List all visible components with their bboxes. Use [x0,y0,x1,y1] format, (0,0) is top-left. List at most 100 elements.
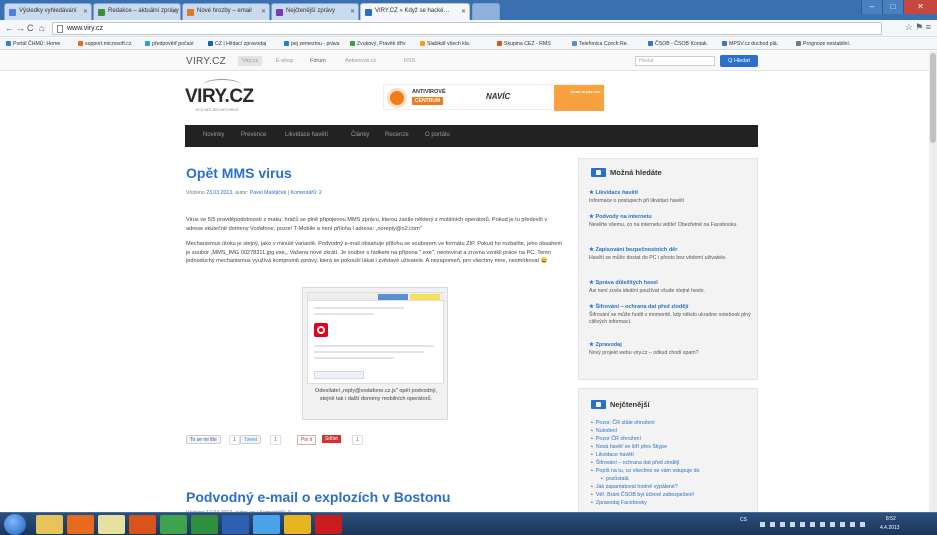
clock-date[interactable]: 4.4.2013 [880,525,899,531]
close-icon[interactable]: ✕ [461,8,466,15]
reload-icon[interactable]: C [27,23,34,33]
site-brand[interactable]: VIRY.CZ [186,56,226,67]
nav-likvidace[interactable]: Likvidace havětí [285,132,328,138]
tray-icon[interactable] [790,522,795,527]
taskbar-chrome-icon[interactable] [284,515,311,534]
forward-icon[interactable]: → [16,23,25,33]
tray-icon[interactable] [830,522,835,527]
close-icon[interactable]: ✕ [83,8,88,15]
post-date-link[interactable]: 23.03.2013 [206,190,232,196]
volume-icon[interactable] [860,522,865,527]
most-read-item[interactable]: Pozor ČR ohrožení [591,436,641,442]
back-icon[interactable]: ← [5,23,14,33]
tray-icon[interactable] [800,522,805,527]
taskbar-green-app-icon[interactable] [160,515,187,534]
bookmark-item[interactable]: Slabikář všech kla. [420,41,470,47]
tray-icon[interactable] [820,522,825,527]
start-button[interactable] [4,514,26,535]
taskbar-powerpoint-icon[interactable] [129,515,156,534]
widget-link[interactable]: ★ Správa důležitých hesel [589,280,658,286]
article-screenshot[interactable]: Odesílatel „reply@vodafone.cz.js" opět p… [302,287,448,420]
facebook-like-button[interactable]: To se mi líbí [186,435,221,444]
nav-recenze[interactable]: Recenze [385,132,409,138]
bookmark-item[interactable]: CZ | Hlídací zpravodaj [208,41,266,47]
most-read-item[interactable]: Nová havěť se šíří přes Skype [591,444,667,450]
tray-icon[interactable] [810,522,815,527]
taskbar-ie-icon[interactable] [253,515,280,534]
topnav-forum[interactable]: Fórum [310,58,326,64]
antivirus-banner[interactable]: ANTIVIROVÉ CENTRUM NAVÍC Jsme tu pro vás [383,84,604,111]
site-logo[interactable]: VIRY.CZ VÍCE NEŽ JEN ANTIVIRUS [185,79,254,112]
close-window-button[interactable]: ✕ [903,0,937,14]
post-author-link[interactable]: Pavel Matějíček [250,190,287,196]
most-read-item[interactable]: Zpravodaj Facebooky [591,500,647,506]
language-indicator[interactable]: CS [740,517,747,523]
taskbar-media-icon[interactable] [67,515,94,534]
maximize-button[interactable]: □ [882,0,903,14]
topnav-viry[interactable]: Viry.cz [238,56,262,66]
browser-tab-active[interactable]: VIRY.CZ » Když se hacké… ✕ [360,3,470,21]
most-read-item[interactable]: Jak zapamatovat hodně vypálené? [591,484,678,490]
taskbar-acrobat-icon[interactable] [315,515,342,534]
bookmark-item[interactable]: Prognoze nestabilní. [796,41,850,47]
bookmark-item[interactable]: předpověď počasí [145,41,194,47]
bookmark-item[interactable]: pej zemeztou - práva [284,41,339,47]
widget-link[interactable]: ★ Zapisování bezpečnostních děr [589,247,677,253]
topnav-antivirove[interactable]: Antivirové.cz [345,58,376,64]
bookmark-item[interactable]: Skupina CEZ - RMS [497,41,551,47]
clock-time[interactable]: 8:52 [886,516,896,522]
tweet-button[interactable]: Tweet [240,435,262,444]
most-read-item-cont[interactable]: pozůstalá [601,476,629,482]
search-button[interactable]: Q Hledat [720,55,758,67]
widget-link[interactable]: ★ Šifrování – ochrana dat před zlodějí [589,304,688,310]
nav-clanky[interactable]: Články [351,132,369,138]
toolbar-right-icons[interactable]: ☆ ⚑ ≡ [905,22,931,33]
taskbar-excel-icon[interactable] [191,515,218,534]
new-tab-button[interactable] [472,3,500,20]
close-icon[interactable]: ✕ [261,8,266,15]
taskbar-word-icon[interactable] [222,515,249,534]
search-input[interactable]: Hledat [635,56,715,66]
tray-icon[interactable] [780,522,785,527]
browser-tab[interactable]: Redakce – aktuální zprávy ✕ [93,3,181,20]
close-icon[interactable]: ✕ [350,8,355,15]
topnav-eshop[interactable]: E-shop [276,58,293,64]
tray-icon[interactable] [760,522,765,527]
post-comments-link[interactable]: Komentářů: 2 [291,190,322,196]
bookmark-item[interactable]: Zvukový, Pravěk dřív [350,41,405,47]
most-read-item[interactable]: Nulodení [591,428,617,434]
most-read-item[interactable]: Popíš na tu, co všechno se vám vstupuje … [591,468,700,474]
widget-link[interactable]: ★ Zpravodaj [589,342,622,348]
most-read-item[interactable]: Likvidace havětí [591,452,634,458]
browser-tab[interactable]: Výsledky vyhledávání ✕ [4,3,92,20]
bookmark-item[interactable]: MPSV.cz duchod plá. [722,41,778,47]
post-title[interactable]: Podvodný e-mail o explozích v Bostonu [186,489,450,505]
taskbar-explorer-icon[interactable] [36,515,63,534]
tray-icon[interactable] [840,522,845,527]
nav-prevence[interactable]: Prevence [241,132,266,138]
taskbar-outlook-icon[interactable] [98,515,125,534]
tray-icon[interactable] [770,522,775,527]
most-read-item[interactable]: Šifrování – ochrana dat před zlodějí [591,460,680,466]
close-icon[interactable]: ✕ [172,8,177,15]
browser-tab[interactable]: Nejčtenější zprávy ✕ [271,3,359,20]
bookmark-item[interactable]: ČSOB - ČSOB Kontak. [648,41,708,47]
most-read-item[interactable]: Pozor, ČR stále ohrožení [591,420,655,426]
tray-icon[interactable] [850,522,855,527]
widget-link[interactable]: ★ Podvody na internetu [589,214,652,220]
address-bar[interactable]: www.viry.cz [52,22,882,35]
share-button[interactable]: Sdílet [322,435,341,443]
home-icon[interactable]: ⌂ [39,23,44,33]
bookmark-item[interactable]: support.microsoft.cz [78,41,131,47]
bookmark-item[interactable]: Telefonica Czech Re. [572,41,628,47]
topnav-rss[interactable]: RSS [404,58,415,64]
post-title[interactable]: Opět MMS virus [186,165,292,181]
minimize-button[interactable]: – [861,0,882,14]
bookmark-item[interactable]: Portál ČHMÚ: Home [6,41,60,47]
nav-novinky[interactable]: Novinky [203,132,224,138]
most-read-item[interactable]: Věř. Bráni ČSOB byl účinné zabezpečení! [591,492,694,498]
browser-tab[interactable]: Nové hrozby – email ✕ [182,3,270,20]
scrollbar-thumb[interactable] [930,53,936,143]
widget-link[interactable]: ★ Likvidace havětí [589,190,638,196]
page-scrollbar[interactable] [929,51,937,512]
